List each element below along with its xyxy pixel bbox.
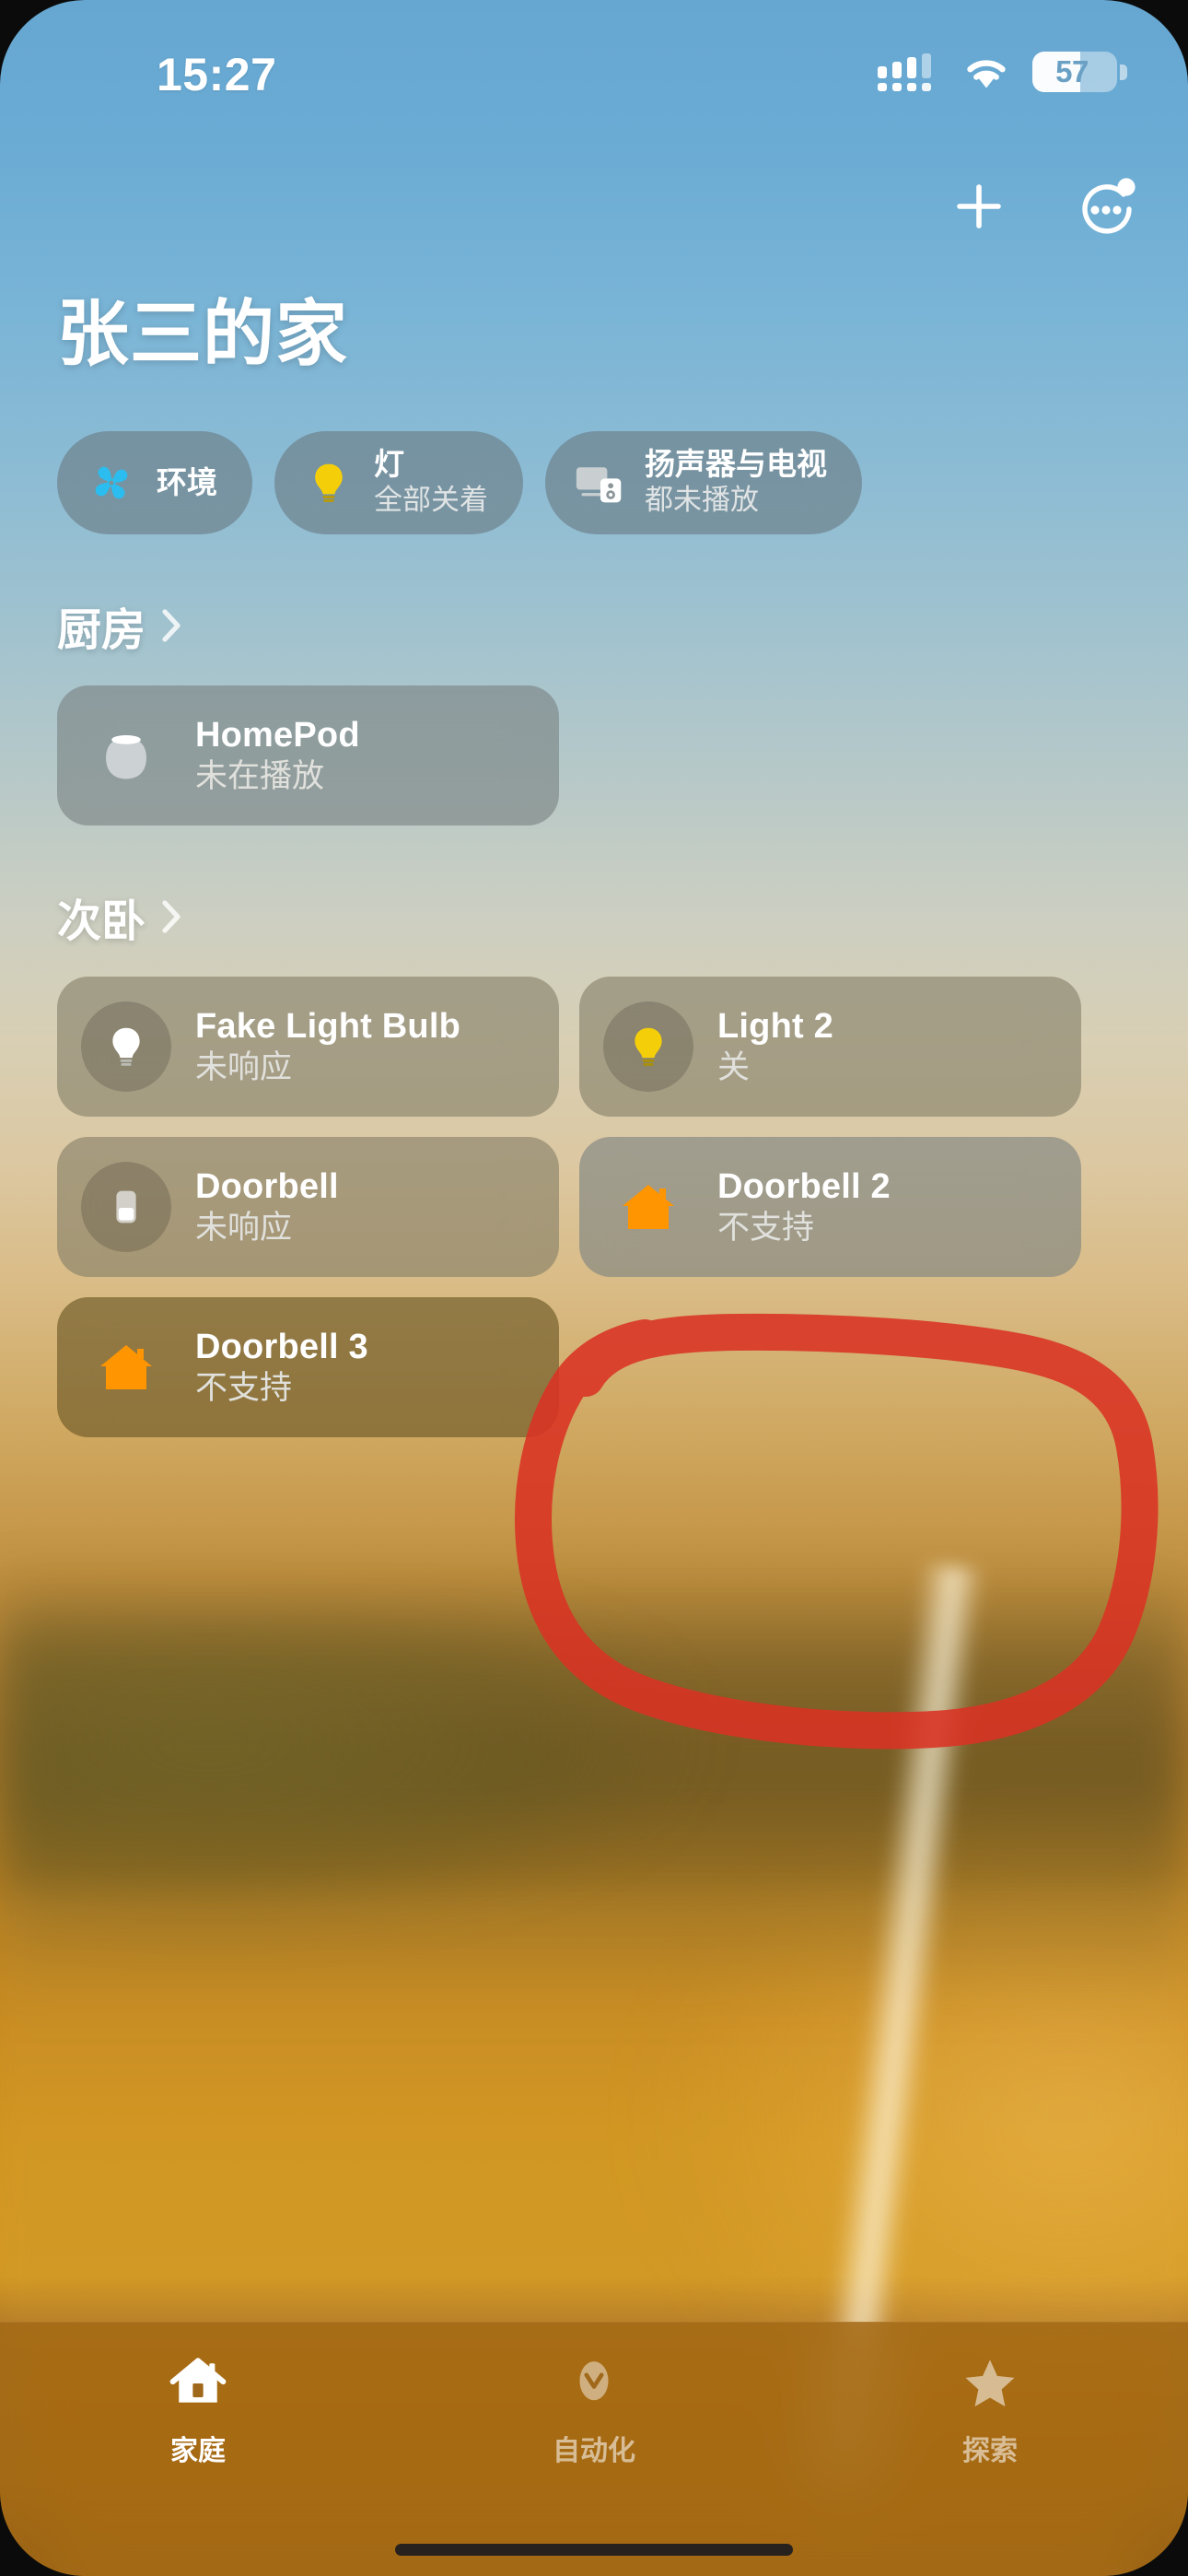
wifi-icon xyxy=(967,60,1006,88)
battery-icon: 57 xyxy=(1032,52,1127,92)
accessory-status: 未在播放 xyxy=(195,758,325,795)
automation-icon xyxy=(562,2350,626,2415)
chevron-right-icon xyxy=(162,609,181,642)
tab-automation[interactable]: 自动化 xyxy=(396,2350,792,2468)
accessory-tile-light-2[interactable]: Light 2 关 xyxy=(579,977,1081,1117)
page-title: 张三的家 xyxy=(57,293,349,374)
status-bar: 15:27 57 xyxy=(0,0,1188,129)
category-pill-label: 扬声器与电视 xyxy=(645,447,827,482)
category-pill-lights[interactable]: 灯 全部关着 xyxy=(274,431,523,534)
accessory-tile-fake-light-bulb[interactable]: Fake Light Bulb 未响应 xyxy=(57,977,559,1117)
chevron-right-icon xyxy=(162,900,181,933)
accessory-status: 不支持 xyxy=(717,1210,815,1247)
accessory-grid-second-bedroom: Fake Light Bulb 未响应 Light 2 关 Doorbell 未… xyxy=(57,977,1131,1437)
plus-icon xyxy=(957,184,1001,228)
room-section-kitchen: 厨房 HomePod 未在播放 xyxy=(57,593,1131,825)
room-header-second-bedroom[interactable]: 次卧 xyxy=(57,884,1131,949)
status-bar-time: 15:27 xyxy=(157,49,277,100)
room-header-kitchen[interactable]: 厨房 xyxy=(57,593,1131,658)
battery-body: 57 xyxy=(1032,52,1117,92)
star-icon xyxy=(958,2350,1022,2415)
accessory-name: Light 2 xyxy=(717,1006,833,1046)
accessory-name: HomePod xyxy=(195,715,360,755)
accessory-name: Fake Light Bulb xyxy=(195,1006,460,1046)
accessory-name: Doorbell xyxy=(195,1166,339,1206)
speaker-tv-icon xyxy=(575,458,624,508)
status-bar-indicators: 57 xyxy=(878,52,1127,92)
home-indicator xyxy=(395,2544,793,2556)
lightbulb-icon xyxy=(304,458,354,508)
accessory-status: 关 xyxy=(717,1049,751,1086)
house-icon xyxy=(166,2350,230,2415)
tab-discover[interactable]: 探索 xyxy=(792,2350,1188,2468)
tab-bar: 家庭 自动化 探索 xyxy=(0,2322,1188,2576)
accessory-name: Doorbell 2 xyxy=(717,1166,891,1206)
top-nav-bar xyxy=(943,170,1140,242)
accessory-tile-doorbell[interactable]: Doorbell 未响应 xyxy=(57,1137,559,1277)
tab-label: 探索 xyxy=(962,2436,1018,2466)
fan-icon xyxy=(87,458,136,508)
room-section-second-bedroom: 次卧 Fake Light Bulb 未响应 Light 2 关 Doorbel… xyxy=(57,884,1131,1437)
accessory-status: 未响应 xyxy=(195,1210,293,1247)
lightbulb-white-icon xyxy=(81,1001,171,1092)
doorbell-icon xyxy=(81,1162,171,1252)
category-pill-status: 都未播放 xyxy=(645,484,759,517)
tab-label: 家庭 xyxy=(170,2436,226,2466)
tab-label: 自动化 xyxy=(553,2436,635,2466)
add-accessory-button[interactable] xyxy=(943,170,1015,242)
accessory-tile-doorbell-3[interactable]: Doorbell 3 不支持 xyxy=(57,1297,559,1437)
phone-screen: 15:27 57 张三的家 环境 灯 全部关着 扬声器与电视 都未播放 厨房 H… xyxy=(0,0,1188,2576)
category-pill-row: 环境 灯 全部关着 扬声器与电视 都未播放 xyxy=(57,431,1131,534)
room-name: 厨房 xyxy=(57,606,146,655)
homepod-icon xyxy=(81,710,171,801)
wallpaper-treeline-left xyxy=(0,1622,700,1926)
category-pill-label: 环境 xyxy=(157,464,217,499)
cellular-bars-icon xyxy=(878,52,940,92)
category-pill-climate[interactable]: 环境 xyxy=(57,431,252,534)
accessory-status: 未响应 xyxy=(195,1049,293,1086)
more-options-button[interactable] xyxy=(1068,170,1140,242)
house-orange-icon xyxy=(81,1322,171,1412)
category-pill-status: 全部关着 xyxy=(374,484,488,517)
category-pill-speakers-tv[interactable]: 扬声器与电视 都未播放 xyxy=(545,431,862,534)
lightbulb-yellow-icon xyxy=(603,1001,693,1092)
tab-home[interactable]: 家庭 xyxy=(0,2350,396,2468)
accessory-grid-kitchen: HomePod 未在播放 xyxy=(57,685,1131,825)
category-pill-label: 灯 xyxy=(374,447,404,482)
accessory-name: Doorbell 3 xyxy=(195,1327,368,1366)
house-orange-icon xyxy=(603,1162,693,1252)
room-name: 次卧 xyxy=(57,897,146,946)
more-circle-icon xyxy=(1082,178,1136,234)
battery-percent-label: 57 xyxy=(1055,54,1089,88)
accessory-status: 不支持 xyxy=(195,1370,293,1407)
battery-terminal xyxy=(1120,64,1127,80)
accessory-tile-homepod[interactable]: HomePod 未在播放 xyxy=(57,685,559,825)
accessory-tile-doorbell-2[interactable]: Doorbell 2 不支持 xyxy=(579,1137,1081,1277)
wallpaper-stalks xyxy=(0,1889,1188,2349)
